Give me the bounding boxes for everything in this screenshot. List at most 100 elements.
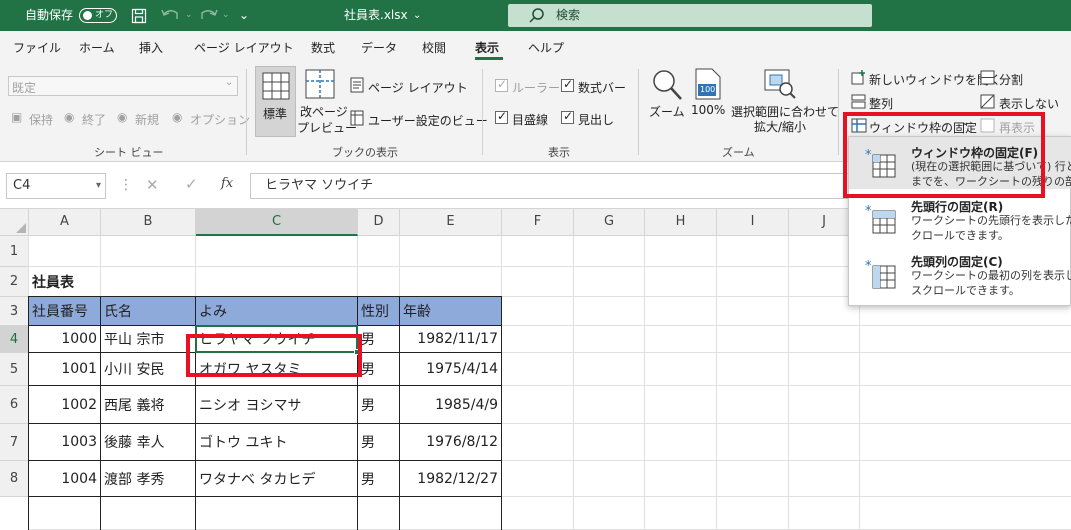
split-button[interactable]: 分割 [999,71,1023,88]
menu-highlight-box [843,112,1045,198]
undo-icon[interactable] [160,7,182,23]
keep-button[interactable]: 保持 [29,111,53,128]
row-header-2[interactable]: 2 [0,267,29,297]
normal-view-icon [262,72,290,100]
select-all-corner[interactable] [0,209,29,236]
column-header-d[interactable]: D [358,209,400,236]
name-box-value: C4 [13,178,31,193]
column-header-g[interactable]: G [574,209,645,236]
sheet-view-group-label: シート ビュー [94,146,164,159]
tab-help[interactable]: ヘルプ [528,39,564,56]
column-header-f[interactable]: F [502,209,574,236]
zoom-icon[interactable] [651,69,683,101]
cell-highlight-box [186,334,362,377]
customize-toolbar-icon[interactable]: ⌄ [239,0,249,31]
tab-review[interactable]: 校閲 [422,39,446,56]
zoom-to-selection-icon[interactable] [764,69,796,99]
separator [482,69,483,155]
zoom-100-button[interactable]: 100% [691,103,725,117]
row-header-4[interactable]: 4 [0,326,29,353]
zoom-group-label: ズーム [722,146,755,159]
column-header-h[interactable]: H [645,209,717,236]
custom-views-icon [350,110,364,126]
sheet-view-select[interactable]: 既定 ⌄ [8,76,238,96]
column-header-c[interactable]: C [196,209,358,236]
ruler-checkbox[interactable] [495,77,508,92]
separator [638,69,639,155]
save-icon[interactable] [131,8,147,24]
zoom-100-icon [695,68,721,100]
row-header-1[interactable]: 1 [0,236,29,267]
table-inner-border [29,385,502,386]
new-button[interactable]: 新規 [135,111,159,128]
redo-icon[interactable] [197,7,219,23]
headings-checkbox[interactable] [561,109,574,124]
tab-insert[interactable]: 挿入 [139,39,163,56]
row-header-5[interactable]: 5 [0,353,29,386]
zoom-button[interactable]: ズーム [649,103,685,120]
freeze-top-row-desc-1: ワークシートの先頭行を表示したま [911,214,1071,227]
menu-item-freeze-top-row[interactable]: * 先頭行の固定(R) ワークシートの先頭行を表示したま クロールできます。 [849,195,1071,247]
autosave-state: オフ [95,10,114,20]
freeze-first-column-desc-1: ワークシートの最初の列を表示した [911,269,1071,282]
chevron-down-icon[interactable]: ▾ [96,174,101,198]
tab-formulas[interactable]: 数式 [311,39,335,56]
title-bar: 自動保存 オフ ⌄ ⌄ ⌄ 社員表.xlsx ⌄ 検索 [0,0,1071,31]
keep-icon: ▣ [11,110,23,124]
options-button[interactable]: オプション [190,111,250,128]
ribbon-tabs: ファイル ホーム 挿入 ページ レイアウト 数式 データ 校閲 表示 ヘルプ [0,31,1071,62]
arrange-button[interactable]: 整列 [869,95,893,112]
gridline-vertical [716,236,717,530]
formula-bar-checkbox[interactable] [561,77,574,92]
column-header-a[interactable]: A [29,209,101,236]
page-break-preview-label-1[interactable]: 改ページ [300,103,348,120]
tab-view[interactable]: 表示 [475,39,499,56]
ruler-label: ルーラー [512,81,561,95]
zoom-100-icon-text: 100 [700,85,716,94]
tab-file[interactable]: ファイル [13,39,61,56]
name-box[interactable]: C4 ▾ [6,173,106,199]
filename-chevron-icon[interactable]: ⌄ [413,0,421,31]
row-header-6[interactable]: 6 [0,386,29,424]
redo-dropdown-icon[interactable]: ⌄ [222,0,230,31]
eye-new-icon: ◉ [117,110,128,124]
hide-window-button[interactable]: 表示しない [999,95,1059,112]
select-all-triangle-icon [16,223,26,233]
enter-icon[interactable]: ✓ [185,175,198,193]
insert-function-icon[interactable]: fx [221,176,233,191]
custom-views-button[interactable]: ユーザー設定のビュー [368,112,488,129]
chevron-down-icon: ⌄ [225,77,234,88]
page-layout-button[interactable]: ページ レイアウト [368,79,468,96]
normal-view-button[interactable]: 標準 [255,66,296,137]
toggle-knob-icon [83,11,92,20]
column-header-b[interactable]: B [101,209,196,236]
tab-data[interactable]: データ [361,39,397,56]
sheet-title-cell[interactable]: 社員表 [29,267,189,296]
table-inner-border [29,423,502,424]
gridlines-checkbox[interactable] [495,109,508,124]
tab-page-layout[interactable]: ページ レイアウト [194,39,294,56]
eye-exit-icon: ◉ [64,110,75,124]
row-header-8[interactable]: 8 [0,461,29,497]
file-name[interactable]: 社員表.xlsx [344,0,408,31]
active-tab-underline [475,57,503,60]
freeze-first-column-desc-2: スクロールできます。 [911,284,1020,297]
column-header-i[interactable]: I [717,209,789,236]
page-break-preview-icon[interactable] [305,69,335,99]
autosave-toggle[interactable]: オフ [79,8,117,23]
search-icon [529,8,544,23]
column-header-e[interactable]: E [400,209,502,236]
formula-bar-grip-icon: ⋮ [119,177,133,193]
row-header-7[interactable]: 7 [0,424,29,461]
tab-home[interactable]: ホーム [79,39,115,56]
search-box[interactable]: 検索 [508,4,872,27]
separator [246,69,247,155]
cancel-icon[interactable]: ✕ [146,176,159,194]
row-header-3[interactable]: 3 [0,297,29,326]
page-break-preview-label-2[interactable]: プレビュー [297,119,357,136]
menu-item-freeze-first-column[interactable]: * 先頭列の固定(C) ワークシートの最初の列を表示した スクロールできます。 [849,250,1071,302]
zoom-to-selection-label-2[interactable]: 拡大/縮小 [754,118,806,135]
undo-dropdown-icon[interactable]: ⌄ [185,0,193,31]
exit-button[interactable]: 終了 [82,111,106,128]
svg-text:*: * [865,205,872,219]
